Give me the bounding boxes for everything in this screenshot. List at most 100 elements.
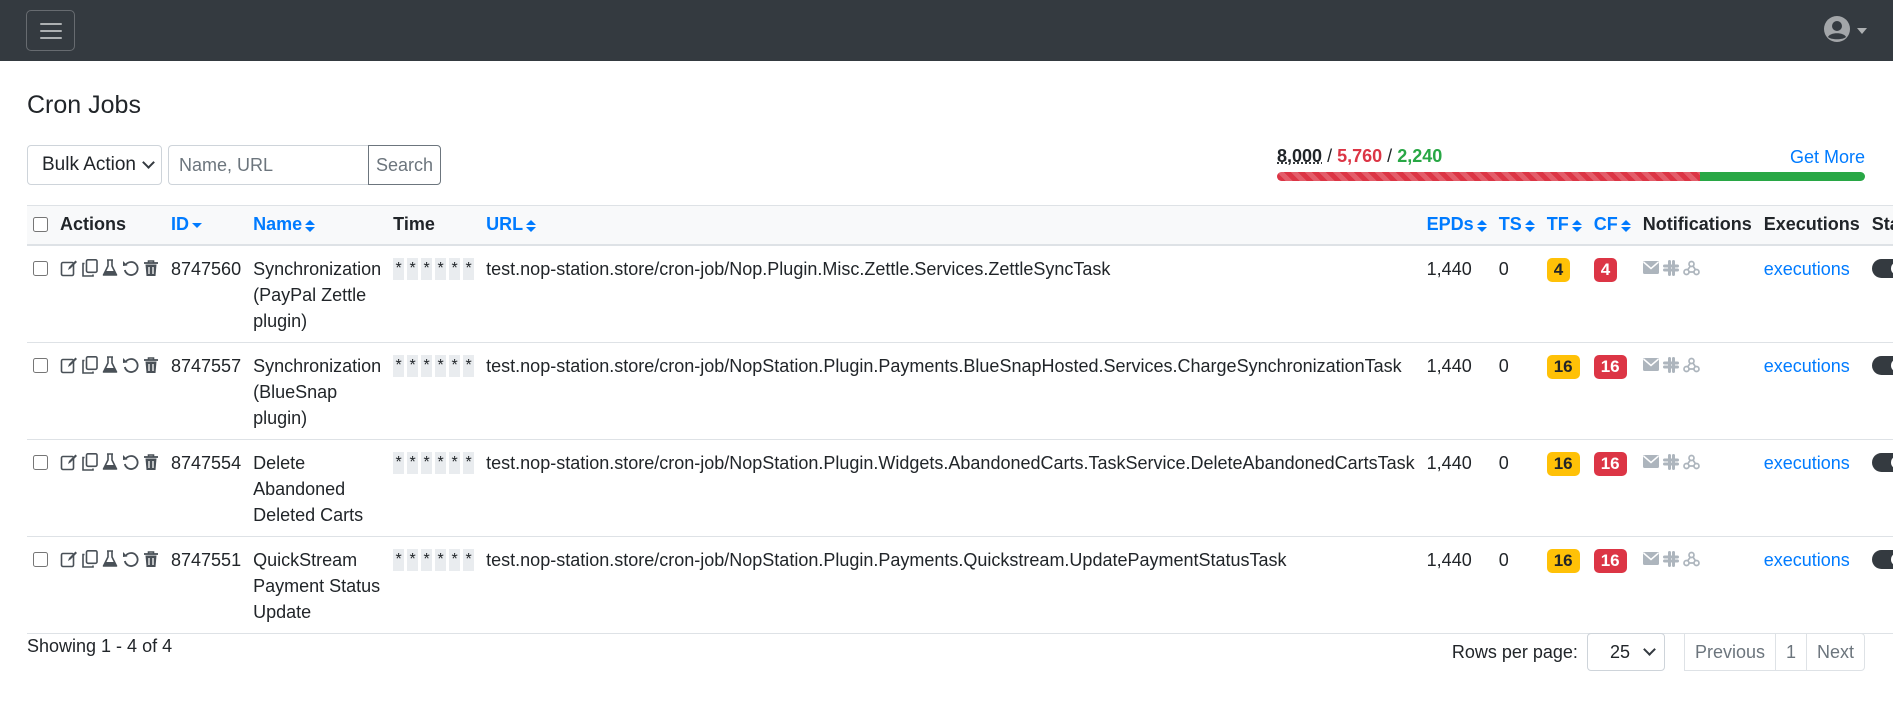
trash-icon[interactable]	[143, 453, 159, 471]
job-ts: 0	[1492, 536, 1541, 634]
id-header-label: ID	[171, 214, 189, 235]
epds-header[interactable]: EPDs	[1420, 205, 1493, 246]
job-name-line: Deleted Carts	[253, 504, 364, 525]
cron-field: *	[407, 257, 419, 280]
edit-icon[interactable]	[60, 356, 78, 374]
job-status	[1865, 439, 1893, 537]
status-toggle[interactable]	[1871, 258, 1893, 278]
slack-icon[interactable]	[1662, 356, 1679, 373]
job-ts: 0	[1492, 244, 1541, 343]
next-page-button[interactable]: Next	[1805, 633, 1865, 671]
webhook-icon[interactable]	[1682, 551, 1700, 567]
trash-icon[interactable]	[143, 356, 159, 374]
edit-icon[interactable]	[60, 259, 78, 277]
status-toggle[interactable]	[1871, 355, 1893, 375]
webhook-icon[interactable]	[1682, 454, 1700, 470]
showing-count: Showing 1 - 4 of 4	[27, 636, 173, 656]
flask-icon[interactable]	[102, 452, 118, 471]
job-cf-cell: 16	[1587, 342, 1637, 440]
url-header[interactable]: URL	[480, 205, 1421, 246]
table-row: 8747551 QuickStream Payment Status Updat…	[27, 536, 1893, 634]
chevron-down-icon	[142, 156, 155, 169]
quota-progress-bar	[1277, 172, 1865, 181]
restart-icon[interactable]	[122, 550, 139, 568]
executions-link[interactable]: executions	[1764, 259, 1850, 279]
row-checkbox[interactable]	[33, 357, 48, 373]
cron-field: *	[449, 257, 461, 280]
executions-link[interactable]: executions	[1764, 550, 1850, 570]
cf-header[interactable]: CF	[1587, 205, 1637, 246]
bulk-action-select[interactable]: Bulk Action	[27, 145, 162, 185]
status-header: Status	[1865, 205, 1893, 246]
cron-field: *	[463, 354, 475, 377]
table-row: 8747557 Synchronization (BlueSnap plugin…	[27, 342, 1893, 440]
trash-icon[interactable]	[143, 259, 159, 277]
hamburger-menu-icon[interactable]	[26, 10, 75, 51]
execution-quota: 8,000 / 5,760 / 2,240 Get More	[1277, 146, 1865, 181]
tf-header[interactable]: TF	[1540, 205, 1588, 246]
executions-link[interactable]: executions	[1764, 356, 1850, 376]
select-all-checkbox[interactable]	[33, 217, 48, 233]
copy-icon[interactable]	[82, 452, 98, 471]
row-actions	[54, 536, 165, 634]
status-toggle[interactable]	[1871, 549, 1893, 569]
restart-icon[interactable]	[122, 453, 139, 471]
flask-icon[interactable]	[102, 355, 118, 374]
search-input[interactable]	[168, 145, 368, 185]
job-name-line: (BlueSnap	[253, 381, 338, 402]
time-header: Time	[387, 205, 481, 246]
flask-icon[interactable]	[102, 258, 118, 277]
page-1-button[interactable]: 1	[1774, 633, 1807, 671]
sort-desc-icon	[192, 223, 202, 228]
copy-icon[interactable]	[82, 355, 98, 374]
quota-separator: /	[1387, 146, 1393, 166]
job-executions: executions	[1757, 439, 1866, 537]
executions-link[interactable]: executions	[1764, 453, 1850, 473]
email-icon[interactable]	[1642, 455, 1659, 468]
email-icon[interactable]	[1642, 552, 1659, 565]
job-status	[1865, 536, 1893, 634]
cron-field: *	[407, 354, 419, 377]
tf-badge: 16	[1546, 548, 1580, 573]
status-toggle[interactable]	[1871, 452, 1893, 472]
ts-header[interactable]: TS	[1492, 205, 1541, 246]
job-name-line: Synchronization	[253, 355, 382, 376]
previous-page-button[interactable]: Previous	[1683, 633, 1776, 671]
copy-icon[interactable]	[82, 258, 98, 277]
flask-icon[interactable]	[102, 549, 118, 568]
job-executions: executions	[1757, 244, 1866, 343]
edit-icon[interactable]	[60, 550, 78, 568]
edit-icon[interactable]	[60, 453, 78, 471]
slack-icon[interactable]	[1662, 453, 1679, 470]
quota-left: 2,240	[1397, 146, 1443, 166]
email-icon[interactable]	[1642, 358, 1659, 371]
name-header[interactable]: Name	[247, 205, 388, 246]
job-name-line: Abandoned	[253, 478, 346, 499]
search-button[interactable]: Search	[368, 145, 441, 185]
restart-icon[interactable]	[122, 259, 139, 277]
webhook-icon[interactable]	[1682, 260, 1700, 276]
get-more-link[interactable]: Get More	[1790, 147, 1865, 168]
cron-field: *	[421, 257, 433, 280]
rows-per-page-label: Rows per page:	[1451, 641, 1578, 662]
trash-icon[interactable]	[143, 550, 159, 568]
slack-icon[interactable]	[1662, 550, 1679, 567]
id-header[interactable]: ID	[165, 205, 248, 246]
row-checkbox[interactable]	[33, 454, 48, 470]
email-icon[interactable]	[1642, 261, 1659, 274]
row-checkbox[interactable]	[33, 260, 48, 276]
webhook-icon[interactable]	[1682, 357, 1700, 373]
job-name-line: Delete	[253, 452, 306, 473]
cron-time: * * * * * *	[387, 536, 481, 634]
row-checkbox[interactable]	[33, 551, 48, 567]
tf-badge: 16	[1546, 354, 1580, 379]
table-header-row: Actions ID Name Time URL EPDs TS TF CF N…	[27, 205, 1893, 246]
restart-icon[interactable]	[122, 356, 139, 374]
cron-field: *	[449, 451, 461, 474]
copy-icon[interactable]	[82, 549, 98, 568]
rows-per-page-select[interactable]: 25	[1586, 633, 1665, 671]
slack-icon[interactable]	[1662, 259, 1679, 276]
job-name-line: plugin)	[253, 310, 308, 331]
user-menu[interactable]	[1823, 15, 1867, 43]
job-id: 8747557	[165, 342, 248, 440]
